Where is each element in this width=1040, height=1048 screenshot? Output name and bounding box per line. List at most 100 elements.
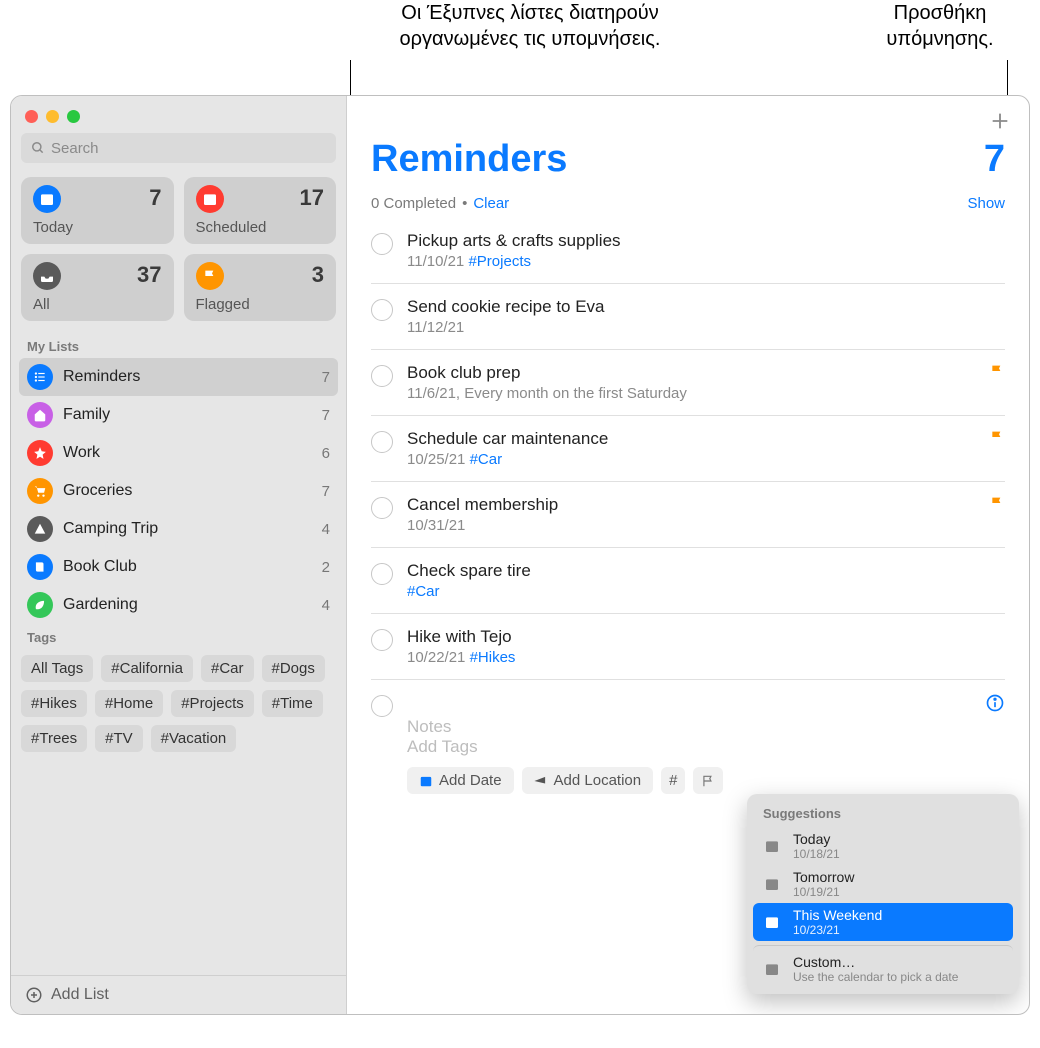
tag-vacation[interactable]: #Vacation <box>151 725 237 752</box>
calendar-icon <box>196 185 224 213</box>
reminder-title: Check spare tire <box>407 561 1005 581</box>
sidebar-list-camping-trip[interactable]: Camping Trip 4 <box>19 510 338 548</box>
list-title: Reminders <box>371 138 567 181</box>
reminders-window: Search 7 Today 17 Schedule <box>10 95 1030 1015</box>
smart-list-all[interactable]: 37 All <box>21 254 174 321</box>
scheduled-count: 17 <box>300 185 324 211</box>
tags-header: Tags <box>11 624 346 649</box>
reminder-row[interactable]: Book club prep11/6/21, Every month on th… <box>371 349 1005 415</box>
list-count: 7 <box>322 483 330 500</box>
tag-home[interactable]: #Home <box>95 690 163 717</box>
add-flag-button[interactable] <box>693 767 723 794</box>
callout-add-reminder: Προσθήκη υπόμνησης. <box>860 0 1020 52</box>
all-count: 37 <box>137 262 161 288</box>
my-lists-header: My Lists <box>11 333 346 358</box>
complete-toggle[interactable] <box>371 233 393 255</box>
tent-icon <box>27 516 53 542</box>
complete-toggle[interactable] <box>371 629 393 651</box>
add-date-button[interactable]: Add Date <box>407 767 514 794</box>
tag-dogs[interactable]: #Dogs <box>262 655 325 682</box>
star-icon <box>27 440 53 466</box>
reminder-title: Cancel membership <box>407 495 967 515</box>
tag-trees[interactable]: #Trees <box>21 725 87 752</box>
list-count: 4 <box>322 597 330 614</box>
sidebar-list-work[interactable]: Work6 <box>19 434 338 472</box>
complete-toggle[interactable] <box>371 365 393 387</box>
suggestion-tomorrow[interactable]: Tomorrow10/19/21 <box>753 865 1013 903</box>
reminder-meta: #Car <box>407 583 1005 600</box>
sidebar-list-gardening[interactable]: Gardening4 <box>19 586 338 624</box>
tag-california[interactable]: #California <box>101 655 193 682</box>
list-name: Camping Trip <box>63 520 312 538</box>
list-count: 2 <box>322 559 330 576</box>
reminder-meta: 10/31/21 <box>407 517 967 534</box>
complete-toggle[interactable] <box>371 695 393 717</box>
smart-list-flagged[interactable]: 3 Flagged <box>184 254 337 321</box>
flag-icon <box>989 495 1005 515</box>
smart-list-scheduled[interactable]: 17 Scheduled <box>184 177 337 244</box>
tag-time[interactable]: #Time <box>262 690 323 717</box>
list-count: 4 <box>322 521 330 538</box>
reminder-row[interactable]: Pickup arts & crafts supplies11/10/21 #P… <box>371 218 1005 283</box>
list-count: 6 <box>322 445 330 462</box>
suggestion-custom[interactable]: Custom… Use the calendar to pick a date <box>753 945 1013 988</box>
reminder-meta: 10/25/21 #Car <box>407 451 967 468</box>
reminder-row[interactable]: Hike with Tejo10/22/21 #Hikes <box>371 613 1005 679</box>
tag-car[interactable]: #Car <box>201 655 254 682</box>
info-button[interactable] <box>985 693 1005 717</box>
tray-icon <box>33 262 61 290</box>
house-icon <box>27 402 53 428</box>
main-panel: Reminders 7 0 Completed • Clear Show Pic… <box>347 96 1029 1014</box>
add-tag-button[interactable]: # <box>661 767 685 794</box>
leaf-icon <box>27 592 53 618</box>
list-name: Reminders <box>63 368 312 386</box>
suggestion-title: This Weekend <box>793 907 882 923</box>
flag-icon <box>989 429 1005 449</box>
reminder-title: Schedule car maintenance <box>407 429 967 449</box>
reminder-row[interactable]: Cancel membership 10/31/21 <box>371 481 1005 547</box>
complete-toggle[interactable] <box>371 431 393 453</box>
calendar-icon <box>761 914 783 930</box>
new-reminder-row[interactable]: NotesAdd Tags Add Date Add Location # <box>371 679 1005 807</box>
suggestion-date: 10/19/21 <box>793 885 854 899</box>
minimize-window-button[interactable] <box>46 110 59 123</box>
suggestion-title: Today <box>793 831 840 847</box>
search-input[interactable]: Search <box>21 133 336 163</box>
tag-projects[interactable]: #Projects <box>171 690 254 717</box>
add-reminder-button[interactable] <box>989 110 1011 136</box>
complete-toggle[interactable] <box>371 497 393 519</box>
sidebar-list-groceries[interactable]: Groceries 7 <box>19 472 338 510</box>
calendar-icon <box>761 876 783 892</box>
smart-list-today[interactable]: 7 Today <box>21 177 174 244</box>
complete-toggle[interactable] <box>371 299 393 321</box>
tag-alltags[interactable]: All Tags <box>21 655 93 682</box>
sidebar-list-reminders[interactable]: Reminders7 <box>19 358 338 396</box>
book-icon <box>27 554 53 580</box>
add-list-button[interactable]: Add List <box>11 975 346 1014</box>
list-name: Groceries <box>63 482 312 500</box>
notes-placeholder[interactable]: Notes <box>407 717 1005 737</box>
show-completed-button[interactable]: Show <box>967 195 1005 212</box>
calendar-icon <box>761 961 783 977</box>
close-window-button[interactable] <box>25 110 38 123</box>
clear-completed-button[interactable]: Clear <box>473 195 509 212</box>
suggestion-date: 10/23/21 <box>793 923 882 937</box>
callout-smart-lists: Οι Έξυπνες λίστες διατηρούν οργανωμένες … <box>350 0 710 52</box>
reminder-row[interactable]: Schedule car maintenance 10/25/21 #Car <box>371 415 1005 481</box>
suggestions-header: Suggestions <box>753 800 1013 827</box>
complete-toggle[interactable] <box>371 563 393 585</box>
reminder-meta: 11/12/21 <box>407 319 1005 336</box>
sidebar: Search 7 Today 17 Schedule <box>11 96 347 1014</box>
sidebar-list-family[interactable]: Family7 <box>19 396 338 434</box>
add-tags-placeholder[interactable]: Add Tags <box>407 737 1005 757</box>
add-location-button[interactable]: Add Location <box>522 767 654 794</box>
fullscreen-window-button[interactable] <box>67 110 80 123</box>
list-count: 7 <box>322 407 330 424</box>
reminder-row[interactable]: Check spare tire #Car <box>371 547 1005 613</box>
reminder-row[interactable]: Send cookie recipe to Eva11/12/21 <box>371 283 1005 349</box>
suggestion-today[interactable]: Today10/18/21 <box>753 827 1013 865</box>
tag-hikes[interactable]: #Hikes <box>21 690 87 717</box>
tag-tv[interactable]: #TV <box>95 725 143 752</box>
sidebar-list-book-club[interactable]: Book Club2 <box>19 548 338 586</box>
suggestion-this-weekend[interactable]: This Weekend10/23/21 <box>753 903 1013 941</box>
